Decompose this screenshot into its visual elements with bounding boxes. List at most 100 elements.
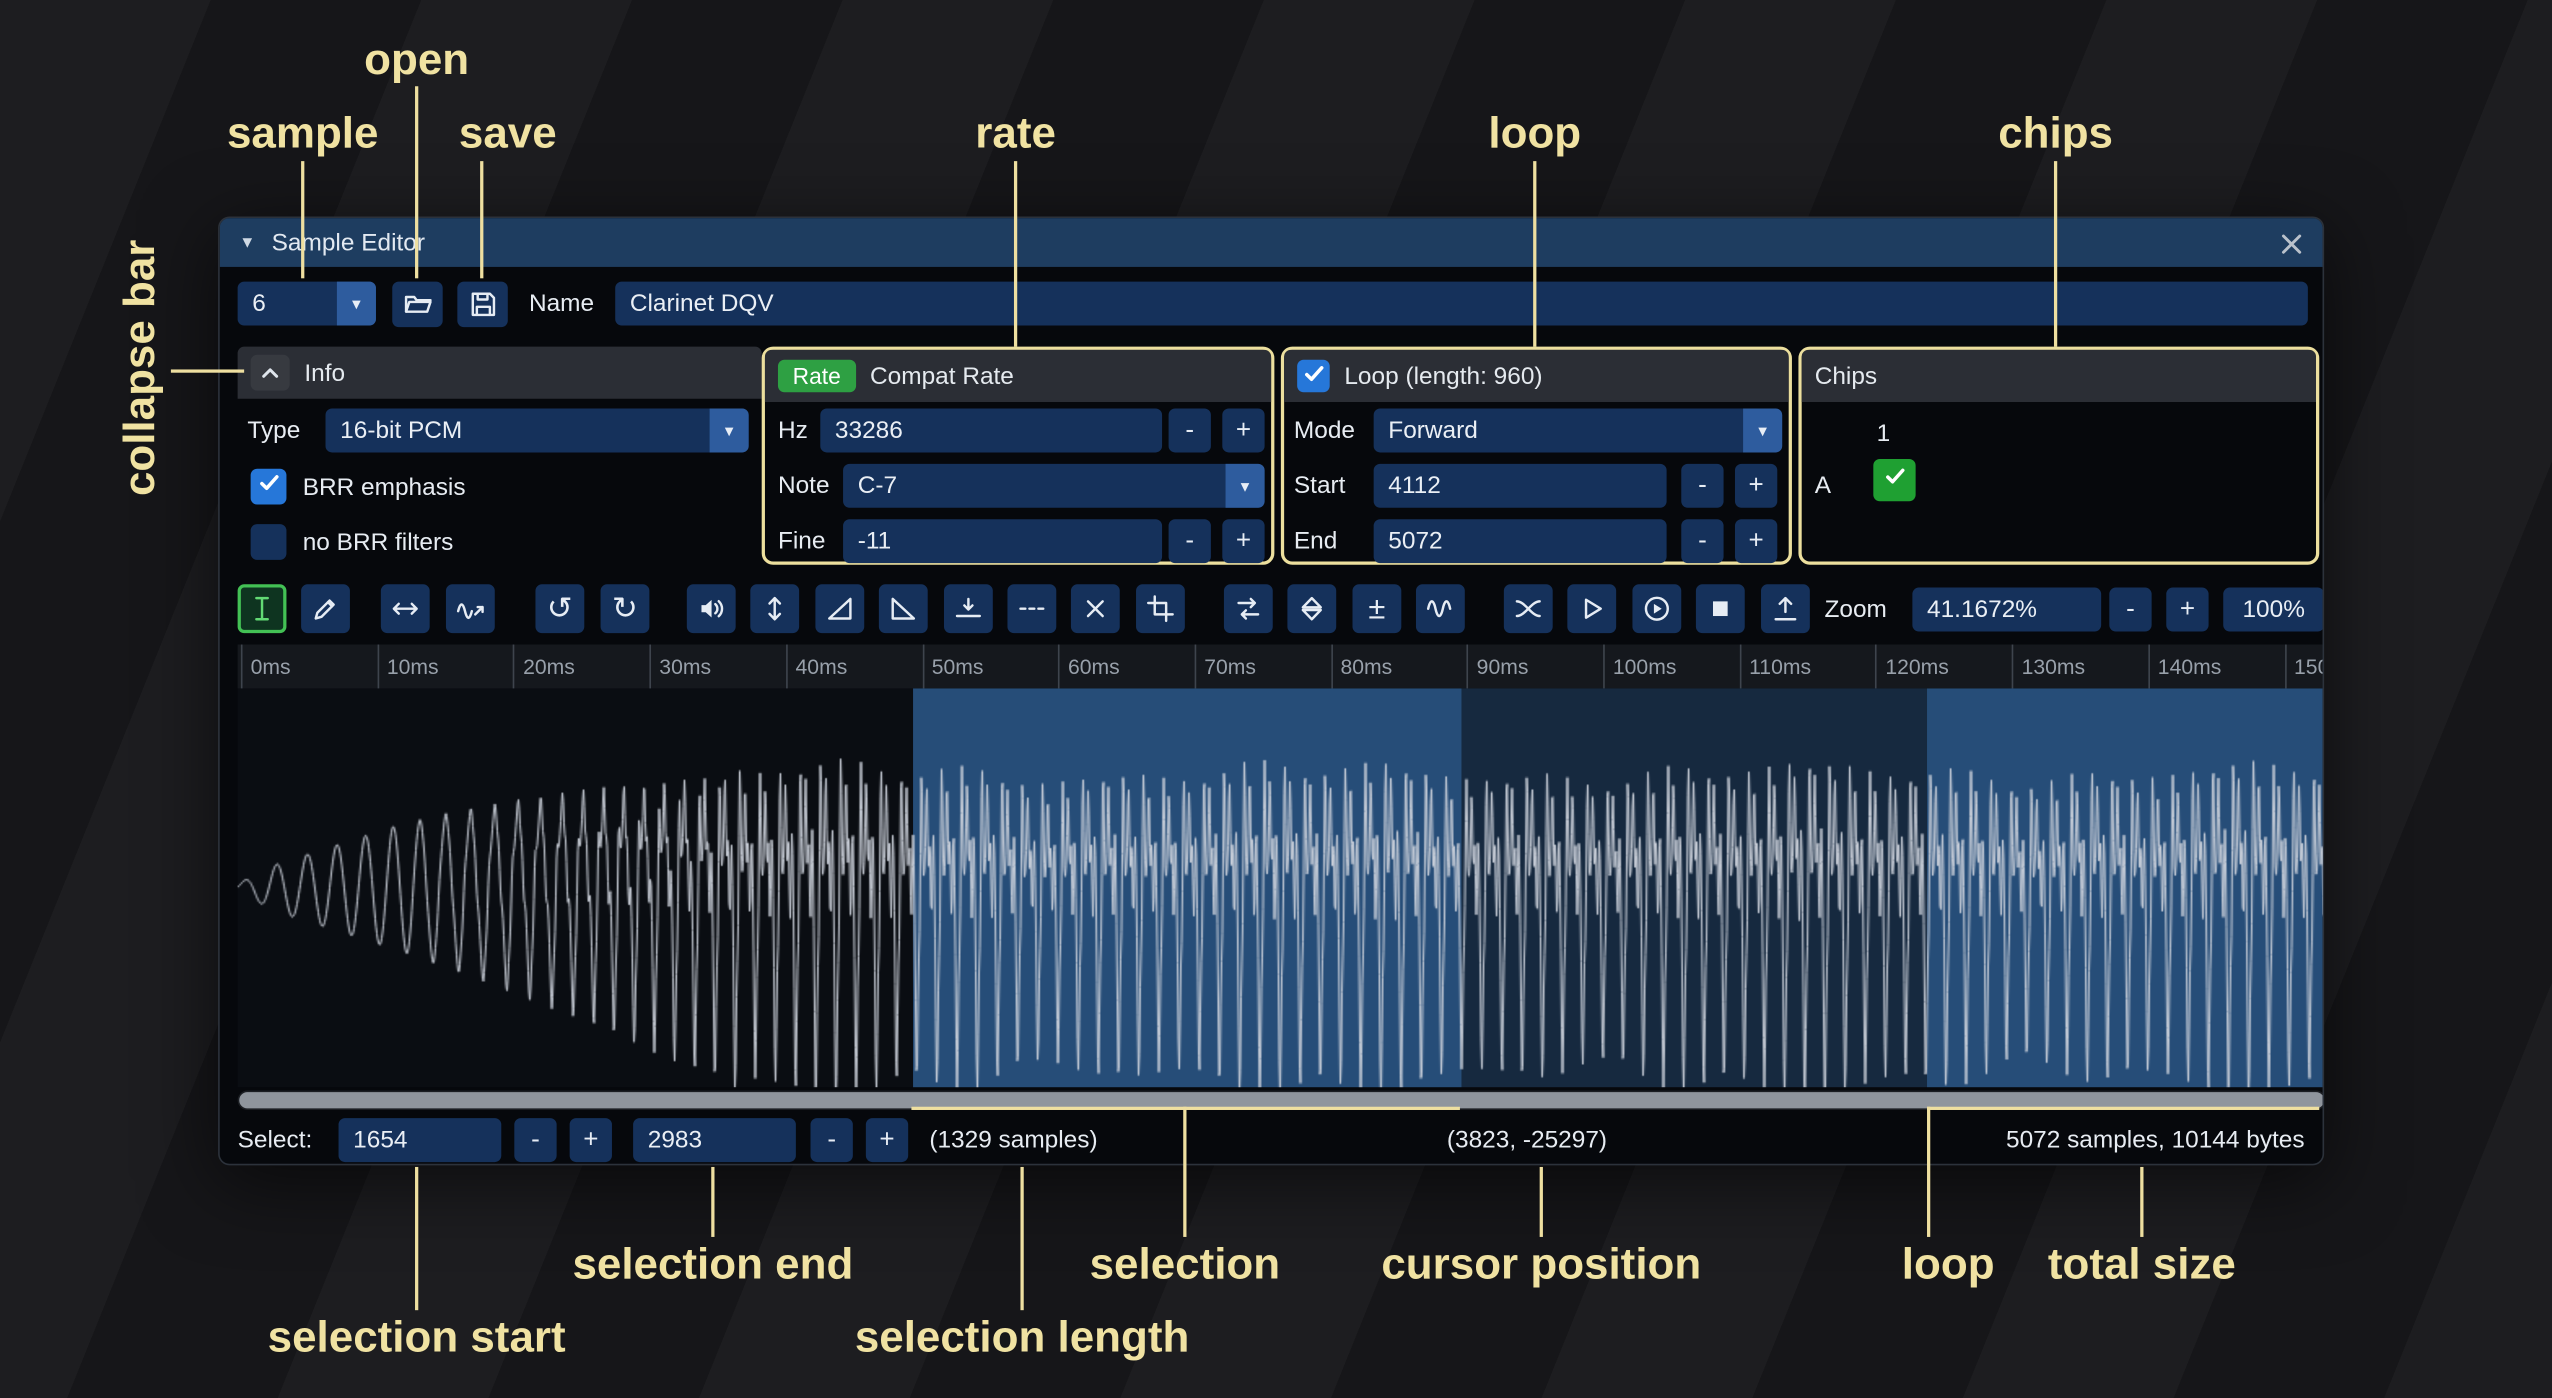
sign-invert-button[interactable]: ± <box>1352 584 1401 633</box>
annotation-line-selection-length <box>1020 1167 1023 1310</box>
annotation-line-rate <box>1014 161 1017 347</box>
edit-toolbar: ↺↻± Zoom 41.1672% - + 100% <box>220 584 2323 634</box>
filter-button[interactable] <box>1416 584 1465 633</box>
no-brr-filters-checkbox[interactable] <box>251 524 287 560</box>
selection-end-input[interactable]: 2983 <box>633 1118 796 1162</box>
delete-button[interactable] <box>1071 584 1120 633</box>
chips-panel-header: Chips <box>1802 350 2316 402</box>
trim-button[interactable] <box>1136 584 1185 633</box>
redo-button[interactable]: ↻ <box>601 584 650 633</box>
annotation-open: open <box>364 35 469 85</box>
zoom-input[interactable]: 41.1672% <box>1912 588 2101 632</box>
undo-button[interactable]: ↺ <box>535 584 584 633</box>
loop-start-minus-button[interactable]: - <box>1681 464 1723 508</box>
ruler-tick: 70ms <box>1194 645 1256 689</box>
fade-out-button[interactable] <box>879 584 928 633</box>
preview-button[interactable] <box>1567 584 1616 633</box>
hz-minus-button[interactable]: - <box>1169 409 1211 453</box>
import-button[interactable] <box>1761 584 1810 633</box>
hz-label: Hz <box>778 409 808 453</box>
ruler-tick: 30ms <box>650 645 712 689</box>
fine-label: Fine <box>778 519 826 563</box>
apply-silence-button[interactable] <box>1007 584 1056 633</box>
loop-mode-select[interactable]: Forward ▼ <box>1374 409 1783 453</box>
stop-preview-button[interactable] <box>1696 584 1745 633</box>
waveform-area[interactable] <box>238 688 2325 1087</box>
edit-mode-select-button[interactable] <box>238 584 287 633</box>
normalize-button[interactable] <box>750 584 799 633</box>
note-select-value: C-7 <box>843 472 1225 500</box>
chevron-down-icon[interactable]: ▼ <box>1226 464 1265 508</box>
resample-button[interactable] <box>446 584 495 633</box>
fine-plus-button[interactable]: + <box>1222 519 1264 563</box>
fade-in-button[interactable] <box>815 584 864 633</box>
ruler-tick: 130ms <box>2012 645 2085 689</box>
selection-end-plus-button[interactable]: + <box>866 1118 908 1162</box>
note-select[interactable]: C-7 ▼ <box>843 464 1265 508</box>
ruler-tick: 50ms <box>922 645 984 689</box>
crossfade-button[interactable] <box>1504 584 1553 633</box>
selection-end-minus-button[interactable]: - <box>811 1118 853 1162</box>
window-collapse-icon[interactable]: ▼ <box>239 234 255 252</box>
type-select[interactable]: 16-bit PCM ▼ <box>326 409 749 453</box>
annotation-line-loop-top <box>1533 161 1536 347</box>
fine-minus-button[interactable]: - <box>1169 519 1211 563</box>
info-panel: Info Type 16-bit PCM ▼ BRR emphasis no B… <box>238 347 762 565</box>
preview-selection-button[interactable] <box>1632 584 1681 633</box>
rate-badge[interactable]: Rate <box>778 360 855 393</box>
annotation-line-cursor-position <box>1540 1167 1543 1237</box>
open-button[interactable] <box>392 282 442 328</box>
collapse-bar-button[interactable] <box>251 355 290 391</box>
loop-end-input[interactable]: 5072 <box>1374 519 1667 563</box>
resize-button[interactable] <box>381 584 430 633</box>
close-icon[interactable] <box>2277 229 2303 255</box>
ruler-tick: 100ms <box>1603 645 1676 689</box>
insert-silence-button[interactable] <box>944 584 993 633</box>
edit-mode-draw-button[interactable] <box>301 584 350 633</box>
loop-end-plus-button[interactable]: + <box>1735 519 1777 563</box>
chevron-down-icon[interactable]: ▼ <box>337 282 376 326</box>
rate-panel-header: Rate Compat Rate <box>765 350 1271 402</box>
zoom-reset-button[interactable]: 100% <box>2223 588 2324 632</box>
chip-enable-checkbox[interactable] <box>1873 459 1915 501</box>
screenshot-stage: ▼ Sample Editor 6 ▼ Name Clarinet DQV In… <box>0 0 2552 1398</box>
selection-start-plus-button[interactable]: + <box>570 1118 612 1162</box>
annotation-sample: sample <box>227 108 378 158</box>
selection-start-input[interactable]: 1654 <box>339 1118 502 1162</box>
save-button[interactable] <box>457 282 507 328</box>
rate-panel: Rate Compat Rate Hz 33286 - + Note C-7 ▼… <box>762 347 1275 565</box>
ruler-tick: 90ms <box>1467 645 1529 689</box>
annotation-line-selection-start <box>415 1167 418 1310</box>
hz-plus-button[interactable]: + <box>1222 409 1264 453</box>
status-bar: Select: 1654 - + 2983 - + (1329 samples)… <box>220 1118 2323 1165</box>
zoom-in-button[interactable]: + <box>2166 588 2208 632</box>
annotation-selection-length: selection length <box>855 1313 1190 1363</box>
sample-selector[interactable]: 6 ▼ <box>238 282 376 326</box>
info-panel-header: Info <box>238 347 762 399</box>
hz-input[interactable]: 33286 <box>820 409 1162 453</box>
loop-panel-header: Loop (length: 960) <box>1284 350 1789 402</box>
ruler-tick: 110ms <box>1739 645 1811 689</box>
titlebar[interactable]: ▼ Sample Editor <box>220 218 2323 267</box>
invert-button[interactable] <box>1287 584 1336 633</box>
ruler-tick: 150ms <box>2284 645 2324 689</box>
chevron-down-icon[interactable]: ▼ <box>1743 409 1782 453</box>
annotation-line-selection-end <box>711 1167 714 1237</box>
loop-end-minus-button[interactable]: - <box>1681 519 1723 563</box>
brr-emphasis-checkbox[interactable] <box>251 469 287 505</box>
chips-panel-title: Chips <box>1815 362 1877 390</box>
waveform-canvas[interactable] <box>238 688 2325 1087</box>
loop-start-input[interactable]: 4112 <box>1374 464 1667 508</box>
selection-start-minus-button[interactable]: - <box>514 1118 556 1162</box>
loop-start-plus-button[interactable]: + <box>1735 464 1777 508</box>
chip-number: 1 <box>1877 412 1891 456</box>
ruler-tick: 60ms <box>1058 645 1120 689</box>
reverse-button[interactable] <box>1224 584 1273 633</box>
loop-enable-checkbox[interactable] <box>1297 360 1330 393</box>
zoom-out-button[interactable]: - <box>2109 588 2151 632</box>
amplify-button[interactable] <box>687 584 736 633</box>
chevron-down-icon[interactable]: ▼ <box>710 409 749 453</box>
sample-selector-value: 6 <box>238 290 337 318</box>
fine-input[interactable]: -11 <box>843 519 1162 563</box>
name-label: Name <box>529 282 594 326</box>
